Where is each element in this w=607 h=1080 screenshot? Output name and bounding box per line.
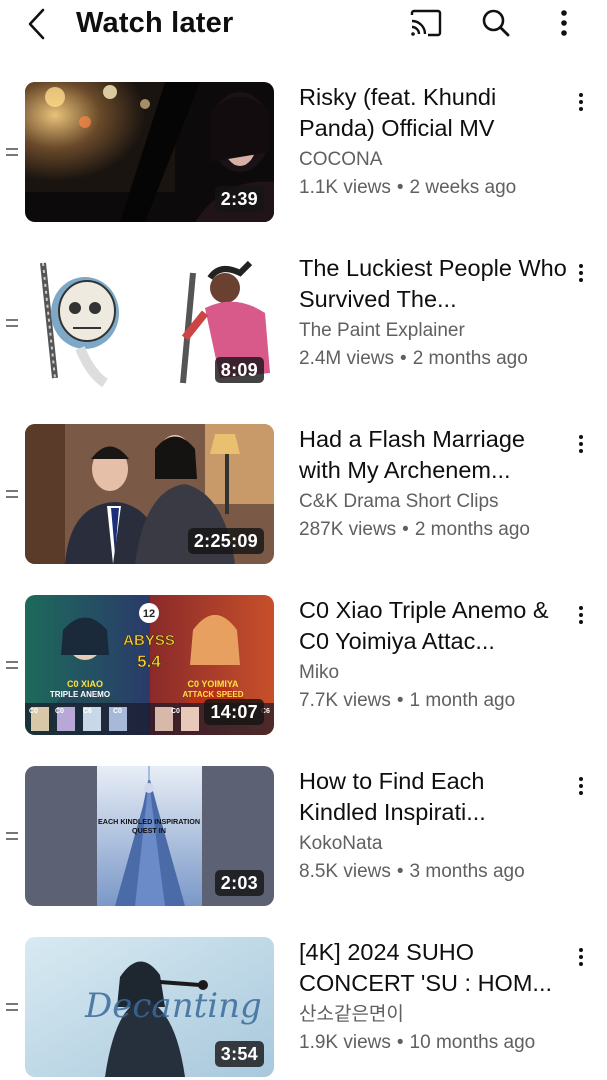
drag-handle-icon[interactable] (6, 148, 18, 158)
list-item[interactable]: 2:25:09 Had a Flash Marriage with My Arc… (0, 424, 607, 564)
list-item[interactable]: 2:39 Risky (feat. Khundi Panda) Official… (0, 82, 607, 222)
video-stats: 1.9K views • 10 months ago (299, 1030, 567, 1056)
thumb-cons-label: C0 (29, 708, 38, 715)
thumb-right-label-2: ATTACK SPEED (182, 690, 243, 699)
channel-name[interactable]: The Paint Explainer (299, 318, 567, 344)
video-title[interactable]: Had a Flash Marriage with My Archenem... (299, 424, 567, 486)
view-count: 8.5K views (299, 861, 391, 882)
video-title[interactable]: C0 Xiao Triple Anemo & C0 Yoimiya Attac.… (299, 595, 567, 657)
upload-age: 1 month ago (409, 690, 516, 711)
video-meta[interactable]: How to Find Each Kindled Inspirati... Ko… (299, 766, 567, 885)
thumb-cons-label: C0 (171, 708, 180, 715)
view-count: 2.4M views (299, 348, 395, 369)
view-count: 1.9K views (299, 1032, 391, 1053)
video-thumbnail[interactable]: 8:09 (25, 253, 274, 393)
video-stats: 8.5K views • 3 months ago (299, 859, 567, 885)
thumb-right-label-1: C0 YOIMIYA (187, 679, 239, 689)
upload-age: 3 months ago (409, 861, 525, 882)
top-app-bar: Watch later (0, 0, 607, 48)
video-thumbnail[interactable]: EACH KINDLED INSPIRATION QUEST IN 2:03 (25, 766, 274, 906)
separator-dot: • (396, 690, 404, 711)
video-title[interactable]: [4K] 2024 SUHO CONCERT 'SU : HOM... (299, 937, 567, 999)
duration-badge: 14:07 (204, 699, 264, 725)
video-stats: 1.1K views • 2 weeks ago (299, 175, 567, 201)
video-meta[interactable]: The Luckiest People Who Survived The... … (299, 253, 567, 372)
separator-dot: • (396, 1032, 404, 1053)
more-vert-icon[interactable] (570, 943, 592, 971)
view-count: 7.7K views (299, 690, 391, 711)
video-thumbnail[interactable]: 2:39 (25, 82, 274, 222)
list-item[interactable]: 12 ABYSS 5.4 C0 XIAO TRIPLE ANEMO C0 YOI… (0, 595, 607, 735)
video-title[interactable]: The Luckiest People Who Survived The... (299, 253, 567, 315)
video-thumbnail[interactable]: 2:25:09 (25, 424, 274, 564)
video-thumbnail[interactable]: 12 ABYSS 5.4 C0 XIAO TRIPLE ANEMO C0 YOI… (25, 595, 274, 735)
thumb-version-text: 5.4 (137, 652, 161, 671)
thumb-badge-number: 12 (143, 608, 155, 620)
video-meta[interactable]: C0 Xiao Triple Anemo & C0 Yoimiya Attac.… (299, 595, 567, 714)
back-arrow-icon[interactable] (22, 6, 52, 42)
duration-badge: 2:03 (214, 870, 264, 896)
thumb-cons-label: C6 (83, 708, 92, 715)
upload-age: 10 months ago (409, 1032, 536, 1053)
more-vert-icon[interactable] (570, 259, 592, 287)
video-stats: 2.4M views • 2 months ago (299, 346, 567, 372)
drag-handle-icon[interactable] (6, 661, 18, 671)
duration-badge: 8:09 (214, 357, 264, 383)
more-vert-icon[interactable] (570, 772, 592, 800)
page-title: Watch later (76, 7, 234, 39)
drag-handle-icon[interactable] (6, 319, 18, 329)
thumb-cons-label: C0 (55, 708, 64, 715)
list-item[interactable]: EACH KINDLED INSPIRATION QUEST IN 2:03 H… (0, 766, 607, 906)
thumb-left-label-2: TRIPLE ANEMO (50, 690, 110, 699)
separator-dot: • (400, 348, 407, 369)
thumb-cons-label: C0 (113, 708, 122, 715)
duration-badge: 2:39 (214, 186, 264, 212)
list-item[interactable]: 8:09 The Luckiest People Who Survived Th… (0, 253, 607, 393)
video-meta[interactable]: Had a Flash Marriage with My Archenem...… (299, 424, 567, 543)
video-title[interactable]: How to Find Each Kindled Inspirati... (299, 766, 567, 828)
thumb-abyss-text: ABYSS (123, 632, 175, 649)
channel-name[interactable]: Miko (299, 660, 567, 686)
more-vert-icon[interactable] (544, 4, 584, 42)
search-icon[interactable] (476, 4, 516, 42)
thumb-caption-line2: QUEST IN (132, 826, 166, 835)
thumb-caption-line1: EACH KINDLED INSPIRATION (98, 817, 200, 826)
view-count: 1.1K views (299, 177, 391, 198)
channel-name[interactable]: KokoNata (299, 831, 567, 857)
separator-dot: • (396, 177, 404, 198)
video-stats: 287K views • 2 months ago (299, 517, 567, 543)
video-meta[interactable]: [4K] 2024 SUHO CONCERT 'SU : HOM... 산소같은… (299, 937, 567, 1056)
view-count: 287K views (299, 519, 397, 540)
list-item[interactable]: Decanting 3:54 [4K] 2024 SUHO CONCERT 'S… (0, 937, 607, 1077)
drag-handle-icon[interactable] (6, 1003, 18, 1013)
duration-badge: 3:54 (214, 1041, 264, 1067)
video-meta[interactable]: Risky (feat. Khundi Panda) Official MV C… (299, 82, 567, 201)
drag-handle-icon[interactable] (6, 832, 18, 842)
channel-name[interactable]: COCONA (299, 147, 567, 173)
upload-age: 2 weeks ago (409, 177, 517, 198)
channel-name[interactable]: 산소같은면이 (299, 1002, 567, 1028)
more-vert-icon[interactable] (570, 88, 592, 116)
drag-handle-icon[interactable] (6, 490, 18, 500)
more-vert-icon[interactable] (570, 430, 592, 458)
more-vert-icon[interactable] (570, 601, 592, 629)
thumb-script-text: Decanting (84, 986, 262, 1026)
separator-dot: • (402, 519, 409, 540)
separator-dot: • (396, 861, 404, 882)
cast-icon[interactable] (406, 4, 446, 42)
video-thumbnail[interactable]: Decanting 3:54 (25, 937, 274, 1077)
video-stats: 7.7K views • 1 month ago (299, 688, 567, 714)
upload-age: 2 months ago (414, 519, 530, 540)
upload-age: 2 months ago (412, 348, 528, 369)
video-title[interactable]: Risky (feat. Khundi Panda) Official MV (299, 82, 567, 144)
thumb-left-label-1: C0 XIAO (67, 679, 103, 689)
channel-name[interactable]: C&K Drama Short Clips (299, 489, 567, 515)
duration-badge: 2:25:09 (187, 528, 264, 554)
